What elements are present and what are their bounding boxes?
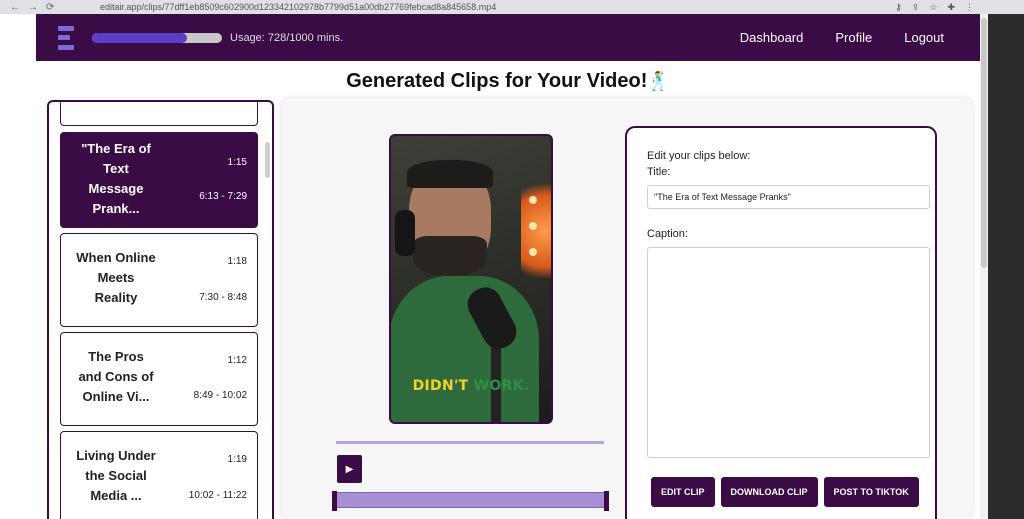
key-icon[interactable]: ⚷	[895, 2, 902, 13]
clip-list-sidebar[interactable]: "The Era of Text Message Prank... 1:15 6…	[47, 100, 274, 519]
title-label: Title:	[647, 166, 671, 178]
clip-duration: 1:19	[227, 454, 247, 465]
video-caption-overlay: DIDN'T WORK.	[412, 378, 530, 394]
puzzle-icon[interactable]: ✚	[947, 2, 955, 13]
download-clip-button[interactable]: DOWNLOAD CLIP	[720, 477, 818, 507]
headphones	[395, 210, 415, 256]
nav-dashboard[interactable]: Dashboard	[740, 30, 804, 45]
usage-progress-bar	[92, 32, 222, 43]
browser-nav: ← → ⟳	[0, 2, 100, 13]
play-button[interactable]: ▶	[337, 455, 362, 483]
edit-clip-button[interactable]: EDIT CLIP	[651, 477, 715, 507]
edit-clip-panel: Edit your clips below: Title: Caption: E…	[625, 126, 937, 519]
forward-icon[interactable]: →	[28, 2, 38, 13]
trim-handle-end[interactable]	[604, 491, 609, 511]
clip-time-range: 7:30 - 8:48	[199, 292, 247, 303]
clip-card-2[interactable]: When Online Meets Reality 1:18 7:30 - 8:…	[60, 233, 258, 327]
clip-duration: 1:18	[227, 256, 247, 267]
address-bar[interactable]: editair.app/clips/77dff1eb8509c602900d12…	[100, 2, 895, 12]
video-player[interactable]: DIDN'T WORK.	[389, 134, 553, 424]
menu-icon[interactable]: ⋮	[965, 2, 974, 13]
caption-textarea[interactable]	[647, 247, 930, 458]
clip-card-1[interactable]: "The Era of Text Message Prank... 1:15 6…	[60, 132, 258, 228]
top-navigation: Usage: 728/1000 mins. Dashboard Profile …	[36, 14, 980, 61]
nav-logout[interactable]: Logout	[904, 30, 944, 45]
star-icon[interactable]: ☆	[929, 2, 937, 13]
clip-title: "The Era of Text Message Prank...	[81, 141, 151, 216]
clip-card-partial[interactable]	[60, 102, 258, 126]
dancer-emoji-icon: 🕺	[647, 71, 670, 91]
action-buttons: EDIT CLIP DOWNLOAD CLIP POST TO TIKTOK	[651, 477, 919, 507]
page-title: Generated Clips for Your Video!🕺	[36, 70, 980, 93]
clip-title: The Pros and Cons of Online Vi...	[78, 349, 154, 404]
marquee-light	[521, 176, 551, 286]
clip-trim-timeline[interactable]	[332, 491, 609, 511]
browser-extensions: ⚷ ⇪ ☆ ✚ ⋮	[895, 2, 1024, 13]
usage-progress-fill	[92, 32, 187, 43]
right-dark-margin	[988, 14, 1024, 519]
url-text: editair.app/clips/77dff1eb8509c602900d12…	[100, 2, 497, 12]
video-progress-line[interactable]	[336, 441, 604, 444]
share-icon[interactable]: ⇪	[912, 2, 920, 13]
usage-text: Usage: 728/1000 mins.	[230, 31, 344, 44]
sidebar-scrollbar[interactable]	[265, 142, 270, 178]
title-input[interactable]	[647, 185, 930, 209]
clip-card-4[interactable]: Living Under the Social Media ... 1:19 1…	[60, 431, 258, 519]
clip-duration: 1:12	[227, 355, 247, 366]
caption-label: Caption:	[647, 228, 688, 240]
clip-time-range: 10:02 - 11:22	[188, 490, 247, 501]
reload-icon[interactable]: ⟳	[46, 2, 54, 13]
clip-time-range: 8:49 - 10:02	[193, 390, 247, 401]
play-icon: ▶	[345, 463, 354, 475]
clip-time-range: 6:13 - 7:29	[199, 191, 247, 202]
nav-links: Dashboard Profile Logout	[740, 30, 944, 45]
page-title-text: Generated Clips for Your Video!	[346, 70, 648, 92]
clip-duration: 1:15	[227, 157, 247, 168]
clip-title: When Online Meets Reality	[76, 250, 156, 305]
nav-profile[interactable]: Profile	[835, 30, 872, 45]
logo-icon[interactable]	[58, 25, 78, 50]
clip-card-3[interactable]: The Pros and Cons of Online Vi... 1:12 8…	[60, 332, 258, 426]
page-scrollbar-thumb[interactable]	[981, 18, 987, 268]
clip-title: Living Under the Social Media ...	[76, 448, 156, 503]
browser-toolbar: ← → ⟳ editair.app/clips/77dff1eb8509c602…	[0, 0, 1024, 14]
post-to-tiktok-button[interactable]: POST TO TIKTOK	[823, 477, 919, 507]
trim-handle-start[interactable]	[332, 491, 337, 511]
edit-heading: Edit your clips below:	[647, 150, 751, 162]
back-icon[interactable]: ←	[10, 2, 20, 13]
